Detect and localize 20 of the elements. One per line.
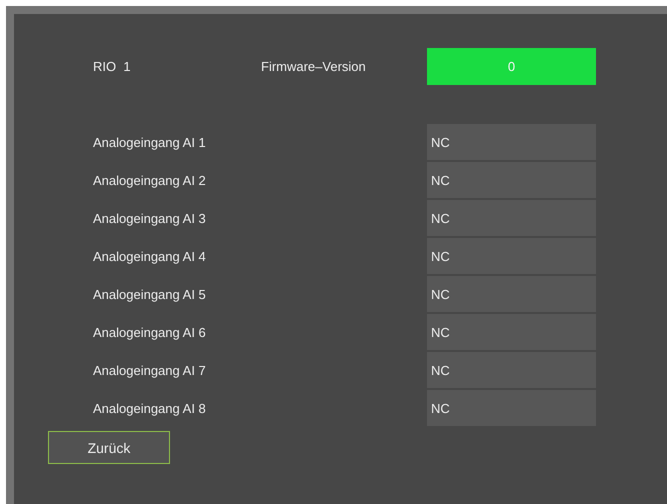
input-value: NC <box>427 314 596 350</box>
firmware-value: 0 <box>427 48 596 85</box>
input-value: NC <box>427 352 596 388</box>
input-label: Analogeingang AI 8 <box>93 400 207 416</box>
input-label: Analogeingang AI 1 <box>93 134 207 150</box>
device-label: RIO 1 <box>93 59 132 74</box>
input-label: Analogeingang AI 7 <box>93 362 207 378</box>
firmware-label: Firmware–Version <box>261 59 367 74</box>
input-label: Analogeingang AI 6 <box>93 324 207 340</box>
input-label: Analogeingang AI 5 <box>93 286 207 302</box>
input-value: NC <box>427 390 596 426</box>
input-value: NC <box>427 124 596 160</box>
input-value: NC <box>427 162 596 198</box>
input-value: NC <box>427 238 596 274</box>
input-value: NC <box>427 276 596 312</box>
input-label: Analogeingang AI 4 <box>93 248 207 264</box>
input-value: NC <box>427 200 596 236</box>
input-label: Analogeingang AI 3 <box>93 210 207 226</box>
input-label: Analogeingang AI 2 <box>93 172 207 188</box>
back-button[interactable]: Zurück <box>48 431 170 464</box>
